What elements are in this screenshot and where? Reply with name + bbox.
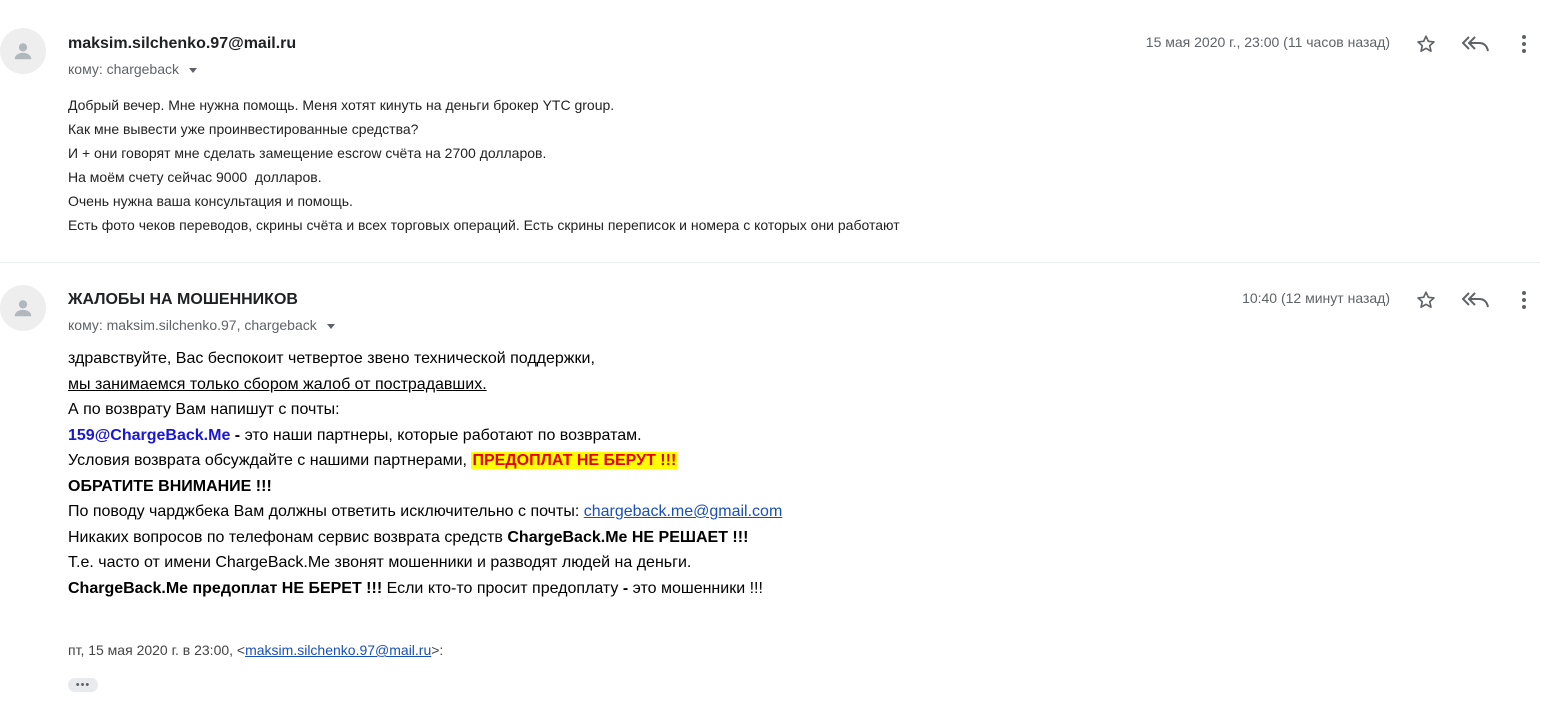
body-line: Т.е. часто от имени ChargeBack.Me звонят… (68, 554, 692, 571)
refund-terms-text: Условия возврата обсуждайте с нашими пар… (68, 452, 472, 469)
chargeback-text: По поводу чарджбека Вам должны ответить … (68, 503, 584, 520)
quote-prefix: пт, 15 мая 2020 г. в 23:00, < (68, 642, 246, 658)
body-line: А по возврату Вам напишут с почты: (68, 401, 340, 418)
sender-name[interactable]: ЖАЛОБЫ НА МОШЕННИКОВ (68, 291, 298, 309)
email-thread: maksim.silchenko.97@mail.ru кому: charge… (0, 0, 1556, 718)
message-date: 15 мая 2020 г., 23:00 (11 часов назад) (1145, 34, 1390, 50)
recipient-label: кому: maksim.silchenko.97, chargeback (68, 317, 317, 333)
partner-email: 159@ChargeBack.Me (68, 426, 231, 444)
quote-header: пт, 15 мая 2020 г. в 23:00, <maksim.silc… (68, 642, 443, 658)
attention-heading: ОБРАТИТЕ ВНИМАНИЕ !!! (68, 477, 272, 495)
body-line: здравствуйте, Вас беспокоит четвертое зв… (68, 350, 595, 367)
phone-text: Никаких вопросов по телефонам сервис воз… (68, 528, 508, 546)
message-1: maksim.silchenko.97@mail.ru кому: charge… (0, 20, 1540, 263)
chargeback-email-link[interactable]: chargeback.me@gmail.com (584, 503, 783, 520)
body-line: По поводу чарджбека Вам должны ответить … (68, 499, 782, 525)
recipient-label: кому: chargeback (68, 61, 180, 77)
partner-note: это наши партнеры, которые работают по в… (244, 426, 642, 444)
bold-warning: ChargeBack.Me НЕ РЕШАЕТ !!! (507, 528, 749, 546)
quote-sender-link[interactable]: maksim.silchenko.97@mail.ru (245, 642, 431, 658)
more-vert-icon[interactable] (1508, 284, 1540, 316)
recipient-details[interactable]: кому: maksim.silchenko.97, chargeback (68, 317, 335, 333)
message-body: здравствуйте, Вас беспокоит четвертое зв… (68, 346, 782, 601)
sender-name[interactable]: maksim.silchenko.97@mail.ru (68, 35, 296, 53)
body-line: И + они говорят мне сделать замещение es… (68, 145, 547, 161)
bold-statement: ChargeBack.Me предоплат НЕ БЕРЕТ !!! (68, 579, 383, 597)
avatar-icon[interactable] (0, 285, 46, 331)
highlighted-warning: ПРЕДОПЛАТ НЕ БЕРУТ !!! (471, 452, 678, 469)
chevron-down-icon[interactable] (189, 67, 198, 73)
quote-suffix: >: (431, 642, 444, 658)
body-line: ChargeBack.Me предоплат НЕ БЕРЕТ !!! Есл… (68, 576, 782, 602)
chevron-down-icon[interactable] (326, 323, 335, 329)
message-body: Добрый вечер. Мне нужна помощь. Меня хот… (68, 93, 900, 237)
avatar-icon[interactable] (0, 28, 46, 74)
recipient-details[interactable]: кому: chargeback (68, 61, 198, 77)
body-line: Очень нужна ваша консультация и помощь. (68, 193, 353, 209)
prepay-rest: это мошенники !!! (628, 579, 763, 597)
body-line-underlined: мы занимаемся только сбором жалоб от пос… (68, 375, 487, 393)
message-date: 10:40 (12 минут назад) (1242, 290, 1390, 306)
body-line: 159@ChargeBack.Me - это наши партнеры, к… (68, 423, 782, 449)
body-line: Есть фото чеков переводов, скрины счёта … (68, 217, 900, 233)
body-line: Условия возврата обсуждайте с нашими пар… (68, 448, 782, 474)
star-icon[interactable] (1410, 284, 1442, 316)
body-line: Добрый вечер. Мне нужна помощь. Меня хот… (68, 97, 615, 113)
reply-all-icon[interactable] (1460, 28, 1492, 60)
body-line: На моём счету сейчас 9000 долларов. (68, 169, 322, 185)
show-trimmed-content-button[interactable]: ••• (68, 678, 98, 692)
more-vert-icon[interactable] (1508, 28, 1540, 60)
prepay-text: Если кто-то просит предоплату (382, 579, 623, 597)
reply-all-icon[interactable] (1460, 284, 1492, 316)
body-line: Никаких вопросов по телефонам сервис воз… (68, 525, 782, 551)
dash: - (230, 426, 245, 444)
star-icon[interactable] (1410, 28, 1442, 60)
message-2: ЖАЛОБЫ НА МОШЕННИКОВ кому: maksim.silche… (0, 276, 1540, 706)
body-line: Как мне вывести уже проинвестированные с… (68, 121, 419, 137)
